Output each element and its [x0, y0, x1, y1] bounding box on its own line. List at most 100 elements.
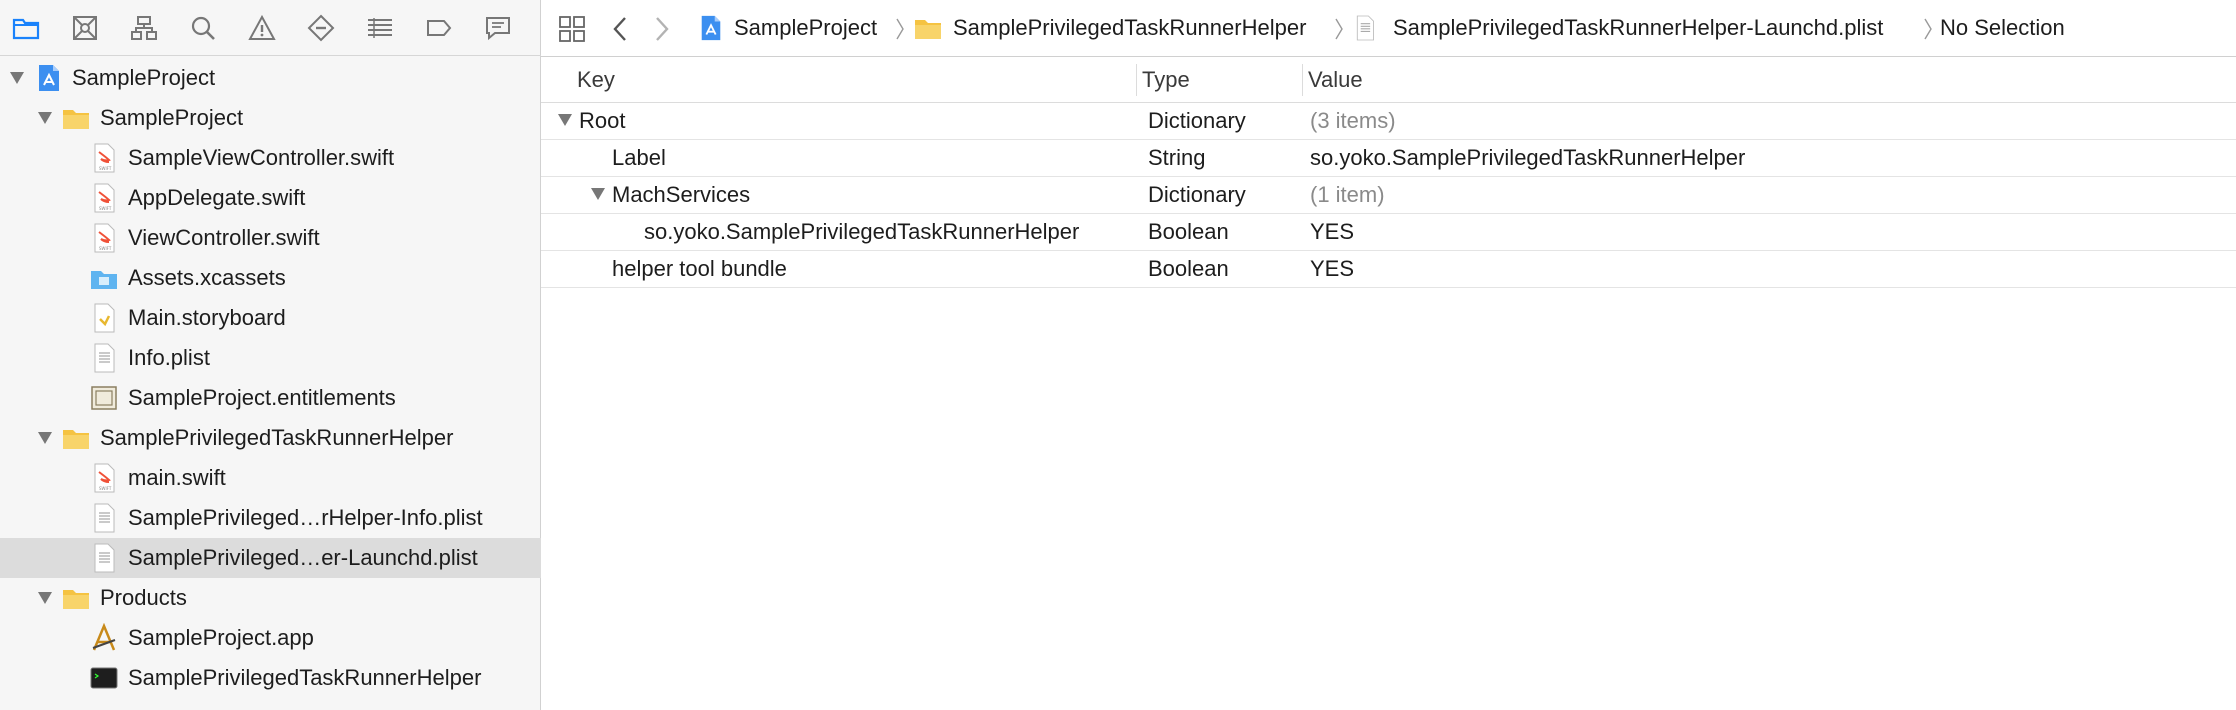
forward-chevron-icon[interactable] [649, 14, 675, 44]
plist-value: (1 item) [1310, 182, 1385, 207]
tree-item-group[interactable]: SamplePrivilegedTaskRunnerHelper [0, 418, 541, 458]
plist-table-header: Key Type Value [541, 58, 2236, 103]
back-chevron-icon[interactable] [607, 14, 633, 44]
folder-icon[interactable] [10, 12, 41, 44]
search-icon[interactable] [187, 12, 218, 44]
tree-item-file[interactable]: SampleProject.app [0, 618, 541, 658]
plist-file-icon [1356, 15, 1374, 41]
svg-text:SWIFT: SWIFT [99, 206, 112, 211]
tree-item-file[interactable]: SampleProject.entitlements [0, 378, 541, 418]
breadcrumb-label: SamplePrivilegedTaskRunnerHelper-Launchd… [1393, 15, 1884, 40]
disclosure-triangle-icon[interactable] [557, 113, 573, 127]
tree-item-label: AppDelegate.swift [128, 185, 306, 210]
tree-item-label: SamplePrivileged…rHelper-Info.plist [128, 505, 483, 530]
warning-icon[interactable] [246, 12, 277, 44]
tree-item-file[interactable]: SamplePrivilegedTaskRunnerHelper [0, 658, 541, 698]
tree-item-label: Info.plist [128, 345, 210, 370]
storyboard-icon [90, 303, 118, 333]
tree-item-label: SamplePrivileged…er-Launchd.plist [128, 545, 478, 570]
related-items-grid-icon[interactable] [557, 14, 587, 44]
tree-item-file[interactable]: SWIFT AppDelegate.swift [0, 178, 541, 218]
hierarchy-icon[interactable] [128, 12, 159, 44]
column-header-type[interactable]: Type [1142, 58, 1190, 102]
plist-key[interactable]: MachServices [612, 177, 750, 213]
plist-key[interactable]: Root [579, 103, 625, 139]
tree-item-label: main.swift [128, 465, 226, 490]
tag-icon[interactable] [423, 12, 454, 44]
disclosure-triangle-icon[interactable] [36, 589, 54, 607]
entitlements-icon [90, 383, 118, 413]
folder-icon [62, 583, 90, 613]
plist-type[interactable]: Dictionary [1148, 103, 1246, 139]
plist-key[interactable]: so.yoko.SamplePrivilegedTaskRunnerHelper [644, 214, 1079, 250]
breakpoint-diamond-icon[interactable] [305, 12, 336, 44]
folder-icon [915, 20, 941, 39]
message-icon[interactable] [482, 12, 513, 44]
tree-item-label: Main.storyboard [128, 305, 286, 330]
plist-value: (3 items) [1310, 108, 1396, 133]
asset-catalog-icon [90, 263, 118, 293]
disclosure-triangle-icon[interactable] [36, 429, 54, 447]
breadcrumb-group[interactable]: SamplePrivilegedTaskRunnerHelper [913, 0, 1306, 56]
plist-value[interactable]: YES [1310, 214, 1354, 250]
tree-item-file[interactable]: Assets.xcassets [0, 258, 541, 298]
tree-item-file[interactable]: SWIFT ViewController.swift [0, 218, 541, 258]
tree-item-label: SampleProject.entitlements [128, 385, 396, 410]
svg-text:SWIFT: SWIFT [99, 246, 112, 251]
file-tree: SampleProject SampleProject SWIFT Sample… [0, 58, 541, 698]
plist-file-icon [90, 343, 118, 373]
plist-type[interactable]: Boolean [1148, 251, 1229, 287]
disclosure-triangle-icon[interactable] [590, 187, 606, 201]
disclosure-triangle-icon[interactable] [8, 69, 26, 87]
tree-item-file[interactable]: SWIFT main.swift [0, 458, 541, 498]
plist-type[interactable]: Dictionary [1148, 177, 1246, 213]
folder-icon [62, 103, 90, 133]
plist-row[interactable]: Label String so.yoko.SamplePrivilegedTas… [541, 140, 2236, 177]
swift-file-icon: SWIFT [90, 143, 118, 173]
svg-text:SWIFT: SWIFT [99, 486, 112, 491]
plist-type[interactable]: Boolean [1148, 214, 1229, 250]
tree-item-label: ViewController.swift [128, 225, 320, 250]
plist-row[interactable]: so.yoko.SamplePrivilegedTaskRunnerHelper… [541, 214, 2236, 251]
tree-item-group[interactable]: SampleProject [0, 98, 541, 138]
tree-item-label: SampleProject [72, 65, 216, 90]
plist-key[interactable]: helper tool bundle [612, 251, 787, 287]
terminal-icon [90, 663, 118, 693]
app-icon [90, 623, 118, 653]
tree-item-project[interactable]: SampleProject [0, 58, 541, 98]
tree-item-group[interactable]: Products [0, 578, 541, 618]
tree-item-label: SampleProject.app [128, 625, 314, 650]
breadcrumb-label: No Selection [1940, 15, 2065, 40]
plist-row[interactable]: MachServices Dictionary (1 item) [541, 177, 2236, 214]
column-header-key[interactable]: Key [577, 58, 615, 102]
plist-row-root[interactable]: Root Dictionary (3 items) [541, 103, 2236, 140]
column-divider[interactable] [1302, 64, 1303, 96]
breadcrumb-file[interactable]: SamplePrivilegedTaskRunnerHelper-Launchd… [1353, 0, 1883, 56]
folder-icon [62, 423, 90, 453]
plist-type[interactable]: String [1148, 140, 1205, 176]
plist-value[interactable]: so.yoko.SamplePrivilegedTaskRunnerHelper [1310, 140, 1745, 176]
tree-item-label: Assets.xcassets [128, 265, 286, 290]
breadcrumb-separator-icon [1924, 18, 1932, 40]
tree-item-file[interactable]: Info.plist [0, 338, 541, 378]
breadcrumb-project[interactable]: SampleProject [698, 0, 877, 56]
navigator-toolbar [0, 0, 541, 56]
breadcrumb-selection[interactable]: No Selection [1940, 0, 2065, 56]
swift-file-icon: SWIFT [90, 183, 118, 213]
plist-key[interactable]: Label [612, 140, 666, 176]
tree-item-file[interactable]: Main.storyboard [0, 298, 541, 338]
plist-value[interactable]: YES [1310, 251, 1354, 287]
tree-item-file-selected[interactable]: SamplePrivileged…er-Launchd.plist [0, 538, 541, 578]
list-icon[interactable] [364, 12, 395, 44]
plist-row[interactable]: helper tool bundle Boolean YES [541, 251, 2236, 288]
tree-item-file[interactable]: SamplePrivileged…rHelper-Info.plist [0, 498, 541, 538]
breadcrumb-separator-icon [1335, 18, 1343, 40]
column-header-value[interactable]: Value [1308, 58, 1363, 102]
tree-item-label: SamplePrivilegedTaskRunnerHelper [100, 425, 454, 450]
tree-item-label: Products [100, 585, 187, 610]
column-divider[interactable] [1136, 64, 1137, 96]
plist-table: Key Type Value Root Dictionary (3 items)… [541, 58, 2236, 288]
source-control-icon[interactable] [69, 12, 100, 44]
disclosure-triangle-icon[interactable] [36, 109, 54, 127]
tree-item-file[interactable]: SWIFT SampleViewController.swift [0, 138, 541, 178]
